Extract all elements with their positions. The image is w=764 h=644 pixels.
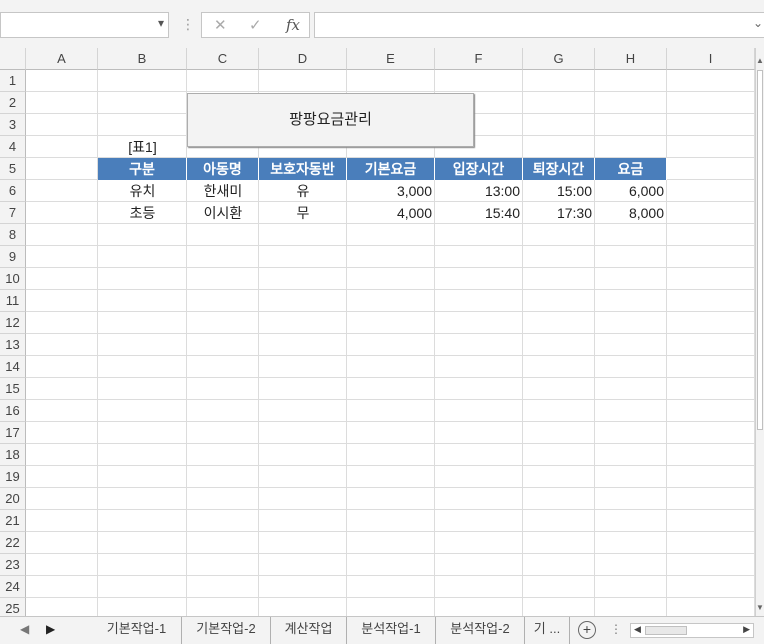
formula-buttons: ✕ ✓ fx: [201, 12, 310, 38]
enter-icon[interactable]: ✓: [249, 16, 262, 34]
select-all-corner[interactable]: [0, 48, 26, 70]
sheet-tab-bar: ◀ ▶ 기본작업-1 기본작업-2 계산작업 분석작업-1 분석작업-2 기 ... + …: [0, 616, 764, 644]
vertical-scroll-thumb[interactable]: [757, 70, 763, 430]
row-header[interactable]: 16: [0, 400, 26, 422]
table-header-cell[interactable]: 입장시간: [435, 158, 523, 180]
column-header[interactable]: F: [435, 48, 523, 70]
name-box[interactable]: ▾: [0, 12, 169, 38]
scroll-right-icon[interactable]: ▶: [743, 624, 750, 635]
table-cell[interactable]: 유치: [98, 180, 187, 202]
fee-management-button[interactable]: 팡팡요금관리: [187, 93, 474, 147]
gridline: [258, 70, 259, 616]
sheet-tab[interactable]: 계산작업: [271, 617, 347, 644]
table-cell[interactable]: 17:30: [523, 202, 595, 224]
row-header[interactable]: 4: [0, 136, 26, 158]
table-header-cell[interactable]: 보호자동반: [259, 158, 347, 180]
column-header[interactable]: C: [187, 48, 259, 70]
gridline: [434, 70, 435, 616]
table-header-cell[interactable]: 퇴장시간: [523, 158, 595, 180]
horizontal-scroll-thumb[interactable]: [645, 626, 687, 635]
row-header[interactable]: 17: [0, 422, 26, 444]
formula-input[interactable]: ⌄: [314, 12, 764, 38]
row-header[interactable]: 11: [0, 290, 26, 312]
table-cell[interactable]: 초등: [98, 202, 187, 224]
row-header[interactable]: 9: [0, 246, 26, 268]
formula-bar: ▾ ⋮ ✕ ✓ fx ⌄: [0, 0, 764, 48]
column-header[interactable]: A: [26, 48, 98, 70]
grip-icon: ⋮: [181, 16, 195, 32]
gridline: [522, 70, 523, 616]
table-cell[interactable]: 한새미: [187, 180, 259, 202]
row-header[interactable]: 14: [0, 356, 26, 378]
grip-icon: ⋮: [610, 622, 622, 636]
tab-next-icon[interactable]: ▶: [46, 622, 55, 636]
scroll-up-icon[interactable]: ▲: [756, 56, 764, 65]
gridline: [594, 70, 595, 616]
table-header-cell[interactable]: 요금: [595, 158, 667, 180]
table-cell[interactable]: 3,000: [347, 180, 435, 202]
table-cell[interactable]: 이시환: [187, 202, 259, 224]
row-header[interactable]: 20: [0, 488, 26, 510]
table-header-cell[interactable]: 구분: [98, 158, 187, 180]
sheet-tab[interactable]: 분석작업-2: [436, 617, 525, 644]
sheet-tab[interactable]: 분석작업-1: [347, 617, 436, 644]
table-header-cell[interactable]: 아동명: [187, 158, 259, 180]
row-header[interactable]: 21: [0, 510, 26, 532]
row-header[interactable]: 8: [0, 224, 26, 246]
row-header[interactable]: 10: [0, 268, 26, 290]
column-header[interactable]: H: [595, 48, 667, 70]
sheet-tab[interactable]: 기본작업-1: [92, 617, 182, 644]
insert-function-icon[interactable]: fx: [286, 16, 300, 34]
cancel-icon[interactable]: ✕: [214, 16, 227, 34]
row-header[interactable]: 7: [0, 202, 26, 224]
row-header[interactable]: 1: [0, 70, 26, 92]
vertical-scrollbar[interactable]: ▲ ▼: [755, 48, 764, 616]
horizontal-scrollbar[interactable]: ◀ ▶: [630, 623, 754, 638]
row-header[interactable]: 12: [0, 312, 26, 334]
row-header[interactable]: 24: [0, 576, 26, 598]
column-header[interactable]: B: [98, 48, 187, 70]
row-header[interactable]: 3: [0, 114, 26, 136]
table-cell[interactable]: 15:40: [435, 202, 523, 224]
row-header[interactable]: 2: [0, 92, 26, 114]
row-header[interactable]: 15: [0, 378, 26, 400]
add-sheet-icon[interactable]: +: [578, 621, 596, 639]
sheet-tab[interactable]: 기 ...: [525, 617, 570, 644]
chevron-down-icon[interactable]: ▾: [158, 16, 164, 30]
column-header[interactable]: E: [347, 48, 435, 70]
table-cell[interactable]: 6,000: [595, 180, 667, 202]
row-header[interactable]: 6: [0, 180, 26, 202]
sheet-tab[interactable]: 기본작업-2: [182, 617, 271, 644]
column-header[interactable]: D: [259, 48, 347, 70]
scroll-left-icon[interactable]: ◀: [634, 624, 641, 635]
table-cell[interactable]: 8,000: [595, 202, 667, 224]
table-cell[interactable]: 13:00: [435, 180, 523, 202]
row-header[interactable]: 22: [0, 532, 26, 554]
row-header[interactable]: 5: [0, 158, 26, 180]
scroll-down-icon[interactable]: ▼: [756, 603, 764, 612]
row-header[interactable]: 23: [0, 554, 26, 576]
table-cell[interactable]: 무: [259, 202, 347, 224]
expand-formula-icon[interactable]: ⌄: [753, 16, 763, 30]
tab-prev-icon[interactable]: ◀: [20, 622, 29, 636]
column-header[interactable]: I: [667, 48, 755, 70]
table-cell[interactable]: 유: [259, 180, 347, 202]
table-cell[interactable]: 4,000: [347, 202, 435, 224]
table-header-cell[interactable]: 기본요금: [347, 158, 435, 180]
row-header[interactable]: 13: [0, 334, 26, 356]
column-header[interactable]: G: [523, 48, 595, 70]
table-caption: [표1]: [128, 139, 157, 155]
table-cell[interactable]: 15:00: [523, 180, 595, 202]
row-header[interactable]: 18: [0, 444, 26, 466]
row-header[interactable]: 19: [0, 466, 26, 488]
gridline: [666, 70, 667, 616]
gridline: [346, 70, 347, 616]
